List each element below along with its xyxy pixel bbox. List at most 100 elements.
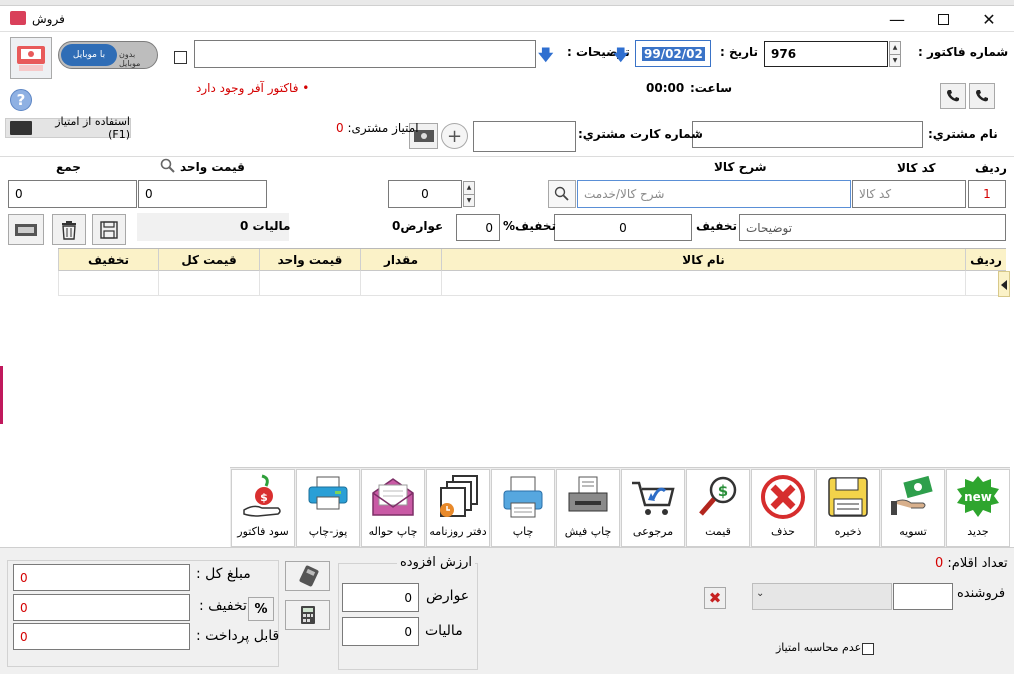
settle-button[interactable]: تسویه [881,469,945,547]
entry-discount-pct-label: تخفیف% [503,219,557,233]
column-header[interactable]: مقدار [360,249,441,271]
description-field[interactable] [194,40,536,68]
save-icon [822,473,874,521]
date-field[interactable]: 99/02/02 [635,40,711,67]
svg-text:new: new [964,490,992,504]
search-icon[interactable] [548,180,576,208]
minimize-icon[interactable]: — [874,6,920,32]
calculator-icon[interactable] [285,600,330,630]
seller-code-field[interactable] [893,583,953,610]
vat-group-label: ارزش افزوده [397,555,476,570]
entry-row-label: ردیف [975,161,1007,175]
invoice-number-label: شماره فاکتور : [918,45,1009,59]
window-title: فروش [32,12,65,26]
entry-desc-field[interactable]: شرح کالا/خدمت [577,180,851,208]
discount-label: تخفیف : [199,598,247,614]
no-score-checkbox[interactable] [862,643,874,655]
pos-print-button[interactable]: پوز-چاپ [296,469,360,547]
close-icon[interactable]: ✕ [966,6,1012,32]
title-bar [0,6,1014,32]
entry-unit-price-label: قیمت واحد [180,160,245,174]
entry-qty-field[interactable]: 0 [388,180,462,208]
search-icon[interactable] [160,158,176,177]
entry-notes-field[interactable]: توضیحات [739,214,1006,241]
percent-button[interactable]: % [248,597,274,621]
save-button[interactable]: ذخیره [816,469,880,547]
settle-icon [887,473,939,521]
no-score-label: عدم محاسبه امتیاز [776,641,862,654]
table-cell [360,271,441,296]
card-icon [10,121,33,135]
column-header[interactable]: تخفیف [58,249,158,271]
save-icon[interactable] [92,214,126,245]
seller-label: فروشنده [957,586,1006,601]
journal-button[interactable]: دفتر روزنامه [426,469,490,547]
receipt-printer-icon [562,473,614,521]
entry-tax: مالیات 0 [240,219,291,233]
separator [0,156,1014,157]
cash-register-icon[interactable] [10,37,52,79]
clear-seller-icon[interactable]: ✖ [704,587,726,609]
customer-name-combo[interactable] [692,121,923,148]
discount-field[interactable]: 0 [13,594,190,621]
column-header[interactable]: ردیف [965,249,1006,271]
delete-button[interactable]: حذف [751,469,815,547]
profit-icon: $ [237,473,289,521]
print-receipt-button[interactable]: چاپ فیش [556,469,620,547]
vat-duties-label: عوارض [426,588,470,604]
card-reader-icon[interactable] [285,561,330,591]
maximize-icon[interactable] [920,6,966,32]
print-button[interactable]: چاپ [491,469,555,547]
column-header[interactable]: قیمت کل [158,249,259,271]
vat-tax-field: 0 [342,617,419,646]
customer-card-field[interactable] [473,121,576,152]
trash-icon[interactable] [52,214,86,245]
price-icon: $ [692,473,744,521]
mobile-toggle-label: بدون موبایل [119,50,141,68]
total-amount-label: مبلغ کل : [196,566,251,582]
cash-icon[interactable] [8,214,44,245]
payable-label: قابل پرداخت : [196,628,280,644]
row-indicator [998,271,1010,297]
arrow-down-icon: 🡇 [538,46,554,64]
add-icon[interactable]: + [441,123,468,149]
phone-icon[interactable] [969,83,995,109]
column-header[interactable]: نام کالا [441,249,965,271]
invoice-number-field[interactable]: 976 [764,41,888,67]
invoice-number-stepper[interactable]: ▲ ▼ [889,41,901,67]
description-checkbox[interactable] [174,51,187,64]
journal-icon [432,473,484,521]
print-remittance-button[interactable]: چاپ حواله [361,469,425,547]
new-button[interactable]: new جدید [946,469,1010,547]
vat-duties-field: 0 [342,583,419,612]
phone-icon[interactable] [940,83,966,109]
row-pointer-icon [1001,280,1007,290]
price-button[interactable]: $ قیمت [686,469,750,547]
remittance-icon [367,473,419,521]
date-label: تاریخ : [720,45,759,59]
items-grid-header: ردیف نام کالا مقدار قیمت واحد قیمت کل تخ… [58,248,1006,271]
payable-field: 0 [13,623,190,650]
mobile-toggle-knob: با موبایل [61,44,117,66]
entry-discount-pct-field[interactable]: 0 [456,214,500,241]
mobile-toggle[interactable]: با موبایل بدون موبایل [58,41,158,69]
app-icon [10,11,26,25]
entry-unit-price-field[interactable]: 0 [138,180,267,208]
entry-duties: عوارض0 [392,219,444,233]
help-icon[interactable]: ? [10,89,32,111]
invoice-profit-button[interactable]: $ سود فاکتور [231,469,295,547]
svg-text:$: $ [718,482,728,500]
pos-print-icon [302,473,354,521]
table-row[interactable] [58,271,1006,296]
customer-score: امتیاز مشتری: 0 [336,121,419,135]
return-button[interactable]: مرجوعی [621,469,685,547]
time-value: 00:00 [646,81,685,95]
entry-row-field: 1 [968,180,1006,208]
qty-stepper[interactable]: ▲ ▼ [463,181,475,207]
return-icon [627,473,679,521]
entry-code-field[interactable]: کد کالا [852,180,966,208]
use-score-button[interactable]: استفاده از امتیاز (F1) [5,115,131,141]
column-header[interactable]: قیمت واحد [259,249,360,271]
entry-discount-field[interactable]: 0 [554,214,692,241]
seller-combo[interactable] [752,583,892,610]
